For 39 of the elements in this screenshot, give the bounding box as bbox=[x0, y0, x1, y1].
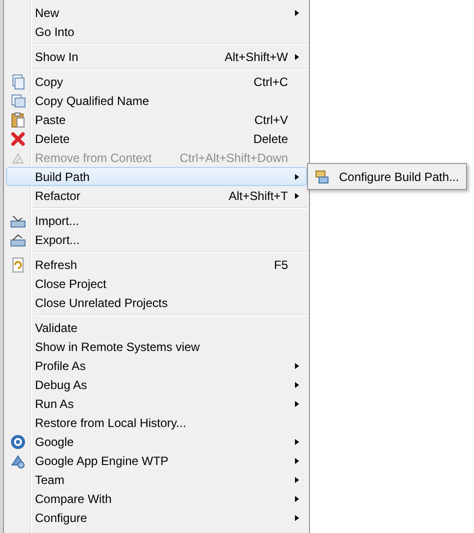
menu-item[interactable]: Refactor Alt+Shift+T bbox=[6, 186, 307, 205]
menu-item[interactable]: Restore from Local History... bbox=[6, 413, 307, 432]
menu-item[interactable]: Google App Engine WTP bbox=[6, 451, 307, 470]
menu-item[interactable]: Refresh F5 bbox=[6, 255, 307, 274]
shortcut-label: Alt+Shift+W bbox=[224, 50, 289, 64]
menu-item[interactable]: Validate bbox=[6, 318, 307, 337]
menu-item[interactable]: Close Unrelated Projects bbox=[6, 293, 307, 312]
copy-icon bbox=[10, 74, 26, 90]
refresh-icon bbox=[10, 256, 26, 272]
menu-item[interactable]: Show In Alt+Shift+W bbox=[6, 47, 307, 66]
menu-item[interactable]: Paste Ctrl+V bbox=[6, 110, 307, 129]
shortcut-label: Ctrl+Alt+Shift+Down bbox=[180, 150, 289, 164]
menu-item[interactable]: Run As bbox=[6, 394, 307, 413]
menu-item[interactable]: Show in Remote Systems view bbox=[6, 337, 307, 356]
shortcut-label: Alt+Shift+T bbox=[228, 188, 289, 202]
menu-item[interactable]: Profile As bbox=[6, 356, 307, 375]
shortcut-label: Delete bbox=[253, 132, 289, 146]
export-icon bbox=[10, 232, 26, 248]
menu-item[interactable]: Team bbox=[6, 470, 307, 489]
menu-item[interactable]: Close Project bbox=[6, 274, 307, 293]
clipboard-icon bbox=[10, 112, 26, 128]
copy-icon bbox=[10, 92, 26, 108]
menu-item[interactable]: Compare With bbox=[6, 489, 307, 508]
menu-item[interactable]: Export... bbox=[6, 230, 307, 249]
delete-icon bbox=[10, 130, 26, 146]
import-icon bbox=[10, 212, 26, 228]
menu-item[interactable]: Copy Ctrl+C bbox=[6, 72, 307, 91]
menu-item[interactable]: Delete Delete bbox=[6, 129, 307, 148]
menu-item[interactable]: Google bbox=[6, 432, 307, 451]
shortcut-label: F5 bbox=[274, 258, 289, 272]
shortcut-label: Ctrl+C bbox=[254, 74, 289, 88]
menu-item[interactable]: New bbox=[6, 3, 307, 22]
menu-item[interactable]: Debug As bbox=[6, 375, 307, 394]
menu-item[interactable]: Copy Qualified Name bbox=[6, 91, 307, 110]
shortcut-label: Ctrl+V bbox=[254, 112, 289, 126]
menu-item[interactable]: Import... bbox=[6, 211, 307, 230]
menu-item[interactable]: Configure bbox=[6, 508, 307, 527]
menu-item[interactable]: Go Into bbox=[6, 22, 307, 41]
menu-item[interactable]: Build Path bbox=[6, 167, 307, 186]
